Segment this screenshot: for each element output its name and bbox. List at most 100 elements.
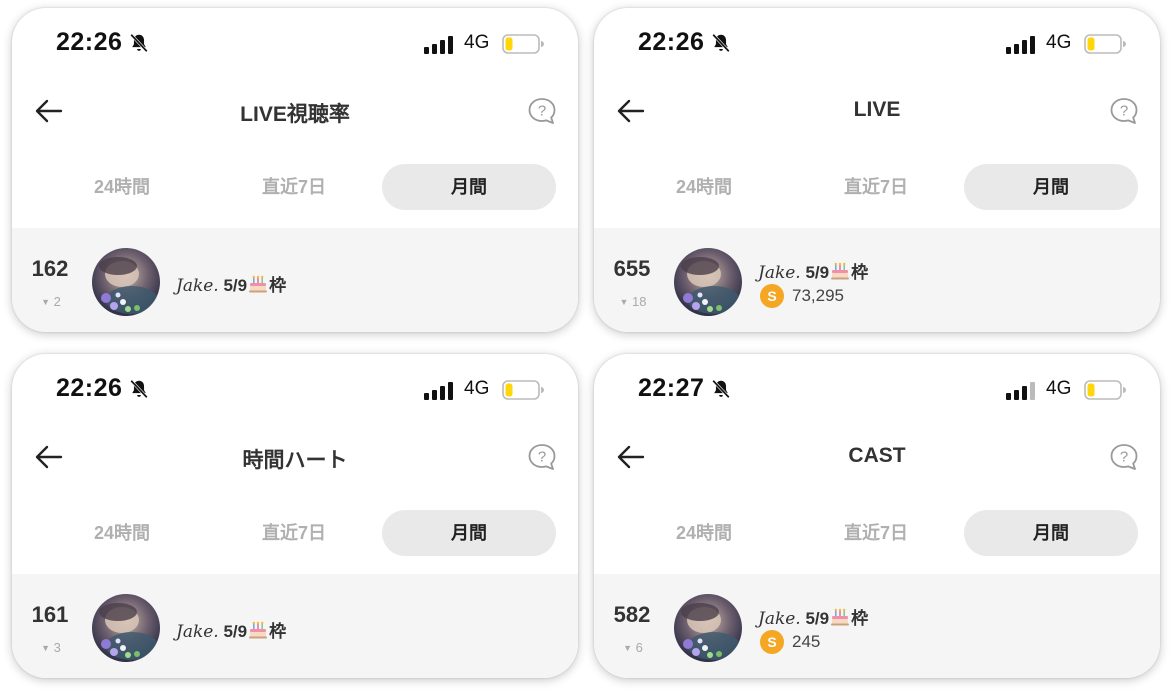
bell-slash-icon	[130, 379, 148, 399]
status-bar: 22:26 4G	[12, 354, 578, 426]
coin-value: 73,295	[792, 286, 844, 305]
avatar[interactable]	[674, 594, 742, 662]
status-time: 22:26	[638, 28, 705, 56]
network-type: 4G	[1046, 32, 1072, 53]
tab-monthly[interactable]: 月間	[964, 510, 1138, 556]
birthday-cake-icon	[831, 262, 850, 280]
triangle-down-icon: ▼	[41, 297, 51, 307]
status-bar: 22:26 4G	[12, 8, 578, 80]
cellular-signal-icon	[424, 382, 453, 400]
navigation-bar: LIVE視聴率 ?	[12, 86, 578, 138]
user-name-frame: 枠	[269, 276, 287, 295]
period-tabs: 24時間 直近7日 月間	[594, 510, 1160, 558]
user-name: Jake. 5/9 枠	[758, 604, 868, 629]
rank-change: ▼ 2	[32, 294, 70, 309]
rank-number: 655	[613, 256, 651, 281]
battery-low-icon	[1084, 34, 1126, 54]
status-time: 22:26	[56, 28, 123, 56]
cellular-signal-icon	[424, 36, 453, 54]
rank-change: ▼ 6	[614, 640, 652, 655]
battery-low-icon	[502, 34, 544, 54]
coin-value: 245	[792, 632, 821, 651]
question-bubble-icon[interactable]: ?	[1108, 96, 1140, 126]
coin-s-icon: S	[760, 284, 784, 308]
battery-low-icon	[502, 380, 544, 400]
network-type: 4G	[464, 32, 490, 53]
user-name-handle: Jake.	[176, 276, 219, 296]
period-tabs: 24時間 直近7日 月間	[594, 164, 1160, 212]
page-title: LIVE視聴率	[240, 103, 350, 126]
status-bar: 22:26 4G	[594, 8, 1160, 80]
svg-text:S: S	[767, 288, 776, 304]
rank-change-value: 18	[632, 294, 647, 309]
avatar[interactable]	[92, 248, 160, 316]
user-name-handle: Jake.	[758, 263, 801, 283]
network-type: 4G	[464, 378, 490, 399]
tab-last-7-days[interactable]: 直近7日	[806, 164, 946, 210]
my-ranking-row[interactable]: 161 ▼ 3 Jake. 5/9 枠	[12, 574, 578, 678]
rank-change: ▼ 18	[614, 294, 652, 309]
tab-24-hours[interactable]: 24時間	[634, 164, 774, 210]
page-title: 時間ハート	[242, 449, 348, 472]
avatar[interactable]	[92, 594, 160, 662]
user-name-handle: Jake.	[176, 622, 219, 642]
question-bubble-icon[interactable]: ?	[526, 442, 558, 472]
svg-text:?: ?	[1120, 449, 1128, 466]
user-name-handle: Jake.	[758, 609, 801, 629]
user-name-date: 5/9	[805, 609, 830, 628]
navigation-bar: LIVE ?	[594, 86, 1160, 138]
triangle-down-icon: ▼	[619, 297, 629, 307]
svg-text:?: ?	[538, 449, 546, 466]
user-name-date: 5/9	[223, 622, 248, 641]
tab-24-hours[interactable]: 24時間	[634, 510, 774, 556]
rank-number: 162	[31, 256, 69, 281]
battery-low-icon	[1084, 380, 1126, 400]
user-name-frame: 枠	[851, 609, 869, 628]
rank-change-value: 3	[53, 640, 61, 655]
tab-last-7-days[interactable]: 直近7日	[224, 510, 364, 556]
my-ranking-row[interactable]: 162 ▼ 2 Jake. 5/9 枠	[12, 228, 578, 332]
tab-monthly[interactable]: 月間	[382, 164, 556, 210]
my-ranking-row[interactable]: 655 ▼ 18 Jake. 5/9 枠 S 73,295	[594, 228, 1160, 332]
page-title: CAST	[848, 444, 906, 467]
my-ranking-row[interactable]: 582 ▼ 6 Jake. 5/9 枠 S 245	[594, 574, 1160, 678]
user-name-date: 5/9	[805, 263, 830, 282]
triangle-down-icon: ▼	[41, 643, 51, 653]
navigation-bar: 時間ハート ?	[12, 432, 578, 484]
tab-last-7-days[interactable]: 直近7日	[224, 164, 364, 210]
tab-24-hours[interactable]: 24時間	[52, 164, 192, 210]
user-name-date: 5/9	[223, 276, 248, 295]
cellular-signal-icon	[1006, 36, 1035, 54]
rank-number: 582	[613, 602, 651, 627]
tab-24-hours[interactable]: 24時間	[52, 510, 192, 556]
birthday-cake-icon	[249, 275, 268, 293]
rank-change-value: 2	[53, 294, 61, 309]
question-bubble-icon[interactable]: ?	[526, 96, 558, 126]
tab-monthly[interactable]: 月間	[964, 164, 1138, 210]
birthday-cake-icon	[249, 621, 268, 639]
bell-slash-icon	[712, 33, 730, 53]
cellular-signal-icon	[1006, 382, 1035, 400]
bell-slash-icon	[712, 379, 730, 399]
coin-s-icon: S	[760, 630, 784, 654]
svg-text:?: ?	[1120, 103, 1128, 120]
navigation-bar: CAST ?	[594, 432, 1160, 484]
status-time: 22:27	[638, 374, 705, 402]
user-name: Jake. 5/9 枠	[758, 258, 868, 283]
tab-last-7-days[interactable]: 直近7日	[806, 510, 946, 556]
svg-text:S: S	[767, 634, 776, 650]
tab-monthly[interactable]: 月間	[382, 510, 556, 556]
bell-slash-icon	[130, 33, 148, 53]
period-tabs: 24時間 直近7日 月間	[12, 510, 578, 558]
user-name: Jake. 5/9 枠	[176, 271, 286, 296]
user-name-frame: 枠	[851, 263, 869, 282]
ranking-screen-live-rating: 22:26 4G LIVE視聴率 ? 24時間 直近7日 月間 162 ▼ 2 …	[12, 8, 578, 332]
birthday-cake-icon	[831, 608, 850, 626]
avatar[interactable]	[674, 248, 742, 316]
period-tabs: 24時間 直近7日 月間	[12, 164, 578, 212]
triangle-down-icon: ▼	[623, 643, 633, 653]
rank-change-value: 6	[635, 640, 643, 655]
svg-text:?: ?	[538, 103, 546, 120]
question-bubble-icon[interactable]: ?	[1108, 442, 1140, 472]
ranking-screen-cast: 22:27 4G CAST ? 24時間 直近7日 月間 582 ▼ 6 Jak…	[594, 354, 1160, 678]
